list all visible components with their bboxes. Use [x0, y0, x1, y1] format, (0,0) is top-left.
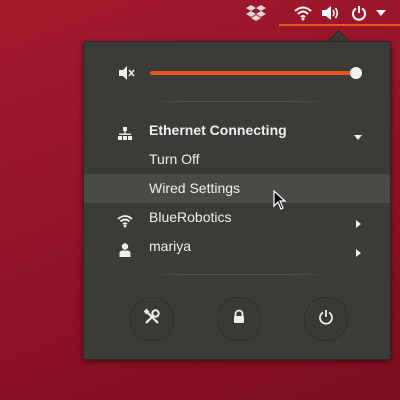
volume-icon[interactable]: [320, 3, 342, 23]
top-panel: [0, 0, 400, 26]
user-name-label: mariya: [149, 238, 192, 254]
wired-settings-label: Wired Settings: [149, 180, 241, 196]
lock-button[interactable]: [217, 297, 261, 341]
chevron-down-icon: [352, 124, 364, 140]
wifi-network-label: BlueRobotics: [149, 209, 232, 225]
wifi-menu-item[interactable]: BlueRobotics: [84, 203, 390, 232]
volume-slider[interactable]: [150, 71, 358, 75]
volume-row: [84, 60, 390, 86]
ethernet-label: Ethernet Connecting: [149, 122, 287, 138]
power-off-button[interactable]: [304, 297, 348, 341]
network-wired-icon: [117, 123, 133, 140]
chevron-right-icon: [352, 240, 364, 257]
turn-off-menu-item[interactable]: Turn Off: [84, 145, 390, 174]
mouse-cursor-icon: [273, 189, 287, 210]
volume-slider-handle[interactable]: [350, 67, 362, 79]
volume-muted-icon[interactable]: [117, 64, 135, 82]
network-wireless-icon[interactable]: [293, 3, 313, 23]
ethernet-menu-item[interactable]: Ethernet Connecting: [84, 116, 390, 145]
settings-button[interactable]: [130, 297, 174, 341]
user-icon: [117, 239, 133, 257]
system-menu-popup: Ethernet Connecting Turn Off Wired Setti…: [83, 41, 391, 360]
volume-slider-fill: [150, 71, 356, 75]
lock-icon: [231, 309, 247, 330]
user-menu-item[interactable]: mariya: [84, 232, 390, 261]
chevron-right-icon: [352, 211, 364, 228]
dropdown-arrow-icon[interactable]: [374, 3, 388, 23]
turn-off-label: Turn Off: [149, 151, 200, 167]
dropbox-icon[interactable]: [245, 3, 267, 23]
wired-settings-menu-item[interactable]: Wired Settings: [84, 174, 390, 203]
system-menu-active-indicator: [279, 24, 400, 26]
wifi-icon: [117, 210, 133, 228]
power-icon: [318, 309, 334, 330]
separator: [144, 101, 334, 102]
separator: [144, 274, 334, 275]
power-icon[interactable]: [349, 3, 369, 23]
settings-icon: [143, 308, 161, 331]
